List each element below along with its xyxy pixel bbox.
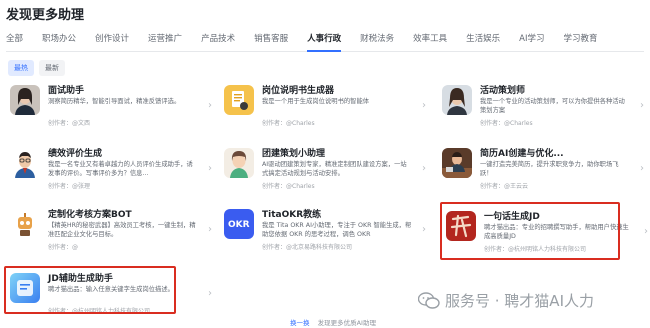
tab-finance-legal[interactable]: 财税法务 bbox=[360, 30, 403, 51]
refresh-hint: 发现更多优质AI助理 bbox=[317, 319, 376, 327]
card-description: 我是一个用于生成岗位说明书的智能体 bbox=[262, 98, 370, 105]
card-title: 团建策划小助理 bbox=[262, 149, 326, 159]
document-icon bbox=[224, 85, 254, 115]
tab-ai-learning[interactable]: AI学习 bbox=[519, 30, 553, 51]
card-title: 岗位说明书生成器 bbox=[262, 86, 335, 96]
card-description: 【精英HR的秘密武器】高效员工考核，一键生制，精准匹配企业文化与目标。 bbox=[48, 222, 196, 238]
tab-operations[interactable]: 运营推广 bbox=[148, 30, 191, 51]
avatar-man-glasses-icon bbox=[10, 148, 40, 178]
card-author: 创作者：@北京易路科技有限公司 bbox=[262, 244, 353, 251]
chevron-right-icon: › bbox=[640, 100, 644, 111]
refresh-link[interactable]: 换一换 发现更多优质AI助理 bbox=[290, 317, 376, 327]
card-author: 创作者：@Charles bbox=[480, 120, 533, 127]
card-title: 绩效评价生成 bbox=[48, 149, 103, 159]
wechat-watermark: 服务号 · 聘才猫AI人力 bbox=[417, 290, 594, 311]
assistant-card-assessment-bot[interactable]: 定制化考核方案BOT 【精英HR的秘密武器】高效员工考核，一键生制，精准匹配企业… bbox=[8, 206, 216, 262]
card-title: 活动策划师 bbox=[480, 86, 526, 96]
tab-efficiency-tools[interactable]: 效率工具 bbox=[413, 30, 456, 51]
assistant-card-event-planner[interactable]: 活动策划师 我是一个专业的活动策划师，可以为你提供各种活动策划方案 创作者：@C… bbox=[440, 82, 648, 138]
chevron-right-icon: › bbox=[422, 163, 426, 174]
highlight-box-one-sentence-jd bbox=[440, 202, 620, 260]
card-title: 简历AI创建与优化... bbox=[480, 149, 564, 159]
assistant-card-resume-ai[interactable]: 简历AI创建与优化... 一键打造完美简历，提升求职竞争力，助你职场飞跃！ 创作… bbox=[440, 145, 648, 201]
category-tabs: 全部 职场办公 创作设计 运营推广 产品技术 销售客服 人事行政 财税法务 效率… bbox=[6, 30, 644, 52]
chevron-right-icon: › bbox=[208, 288, 212, 299]
card-author: 创作者：@ bbox=[48, 244, 79, 251]
card-description: 我是 Tita OKR AI小助理，专注于 OKR 智能生成，帮助您依据 OKR… bbox=[262, 222, 412, 238]
filter-hot[interactable]: 最热 bbox=[8, 60, 34, 76]
card-description: 洞察简历精华，智能引导面试，精准反馈评选。 bbox=[48, 98, 181, 105]
tab-education[interactable]: 学习教育 bbox=[563, 30, 606, 51]
filter-new[interactable]: 最新 bbox=[39, 60, 65, 76]
tab-product-tech[interactable]: 产品技术 bbox=[201, 30, 244, 51]
card-title: 面试助手 bbox=[48, 86, 85, 96]
card-title: 定制化考核方案BOT bbox=[48, 210, 132, 220]
tab-all[interactable]: 全部 bbox=[6, 30, 32, 51]
refresh-link-label[interactable]: 换一换 bbox=[290, 319, 310, 327]
tab-creative-design[interactable]: 创作设计 bbox=[95, 30, 138, 51]
card-author: 创作者：@文西 bbox=[48, 120, 91, 127]
tab-sales-service[interactable]: 销售客服 bbox=[254, 30, 297, 51]
assistant-card-performance-review[interactable]: 绩效评价生成 我是一名专业又有着卓越力的人员评价生成助手，诱发事的评价。写事评价… bbox=[8, 145, 216, 201]
chevron-right-icon: › bbox=[644, 226, 648, 237]
wechat-icon bbox=[417, 291, 440, 310]
assistant-card-team-building[interactable]: 团建策划小助理 AI驱动团建策划专家，精准定制团队建设方案，一站式搞定活动规划与… bbox=[222, 145, 430, 201]
chevron-right-icon: › bbox=[208, 163, 212, 174]
assistant-card-tita-okr[interactable]: OKR TitaOKR教练 我是 Tita OKR AI小助理，专注于 OKR … bbox=[222, 206, 430, 262]
card-author: 创作者：@Charles bbox=[262, 183, 315, 190]
highlight-box-jd-helper bbox=[4, 266, 176, 314]
assistant-card-job-description[interactable]: 岗位说明书生成器 我是一个用于生成岗位说明书的智能体 创作者：@Charles … bbox=[222, 82, 430, 138]
robot-icon bbox=[10, 209, 40, 239]
card-author: 创作者：@Charles bbox=[262, 120, 315, 127]
card-description: AI驱动团建策划专家，精准定制团队建设方案，一站式搞定活动规划与活动安排。 bbox=[262, 161, 407, 177]
card-description: 一键打造完美简历，提升求职竞争力，助你职场飞跃！ bbox=[480, 161, 619, 177]
watermark-text: 服务号 · 聘才猫AI人力 bbox=[445, 292, 594, 310]
page-title: 发现更多助理 bbox=[6, 8, 85, 23]
avatar-man-desk-icon bbox=[442, 148, 472, 178]
okr-logo-icon: OKR bbox=[224, 209, 254, 239]
card-author: 创作者：@张理 bbox=[48, 183, 91, 190]
assistant-card-interview[interactable]: 面试助手 洞察简历精华，智能引导面试，精准反馈评选。 创作者：@文西 › bbox=[8, 82, 216, 138]
tab-hr-admin[interactable]: 人事行政 bbox=[307, 30, 350, 52]
avatar-woman-portrait-icon bbox=[442, 85, 472, 115]
avatar-cartoon-woman-icon bbox=[224, 148, 254, 178]
card-description: 我是一个专业的活动策划师，可以为你提供各种活动策划方案 bbox=[480, 98, 625, 114]
avatar-woman-portrait-icon bbox=[10, 85, 40, 115]
tab-life-entertainment[interactable]: 生活娱乐 bbox=[466, 30, 509, 51]
sort-filters: 最热 最新 bbox=[8, 60, 65, 76]
card-title: TitaOKR教练 bbox=[262, 210, 322, 220]
tab-office[interactable]: 职场办公 bbox=[42, 30, 85, 51]
chevron-right-icon: › bbox=[640, 163, 644, 174]
card-author: 创作者：@王云云 bbox=[480, 183, 529, 190]
svg-text:OKR: OKR bbox=[228, 220, 250, 230]
chevron-right-icon: › bbox=[208, 224, 212, 235]
chevron-right-icon: › bbox=[422, 100, 426, 111]
chevron-right-icon: › bbox=[208, 100, 212, 111]
card-description: 我是一名专业又有着卓越力的人员评价生成助手，诱发事的评价。写事评价多为？信息..… bbox=[48, 161, 193, 177]
chevron-right-icon: › bbox=[422, 224, 426, 235]
